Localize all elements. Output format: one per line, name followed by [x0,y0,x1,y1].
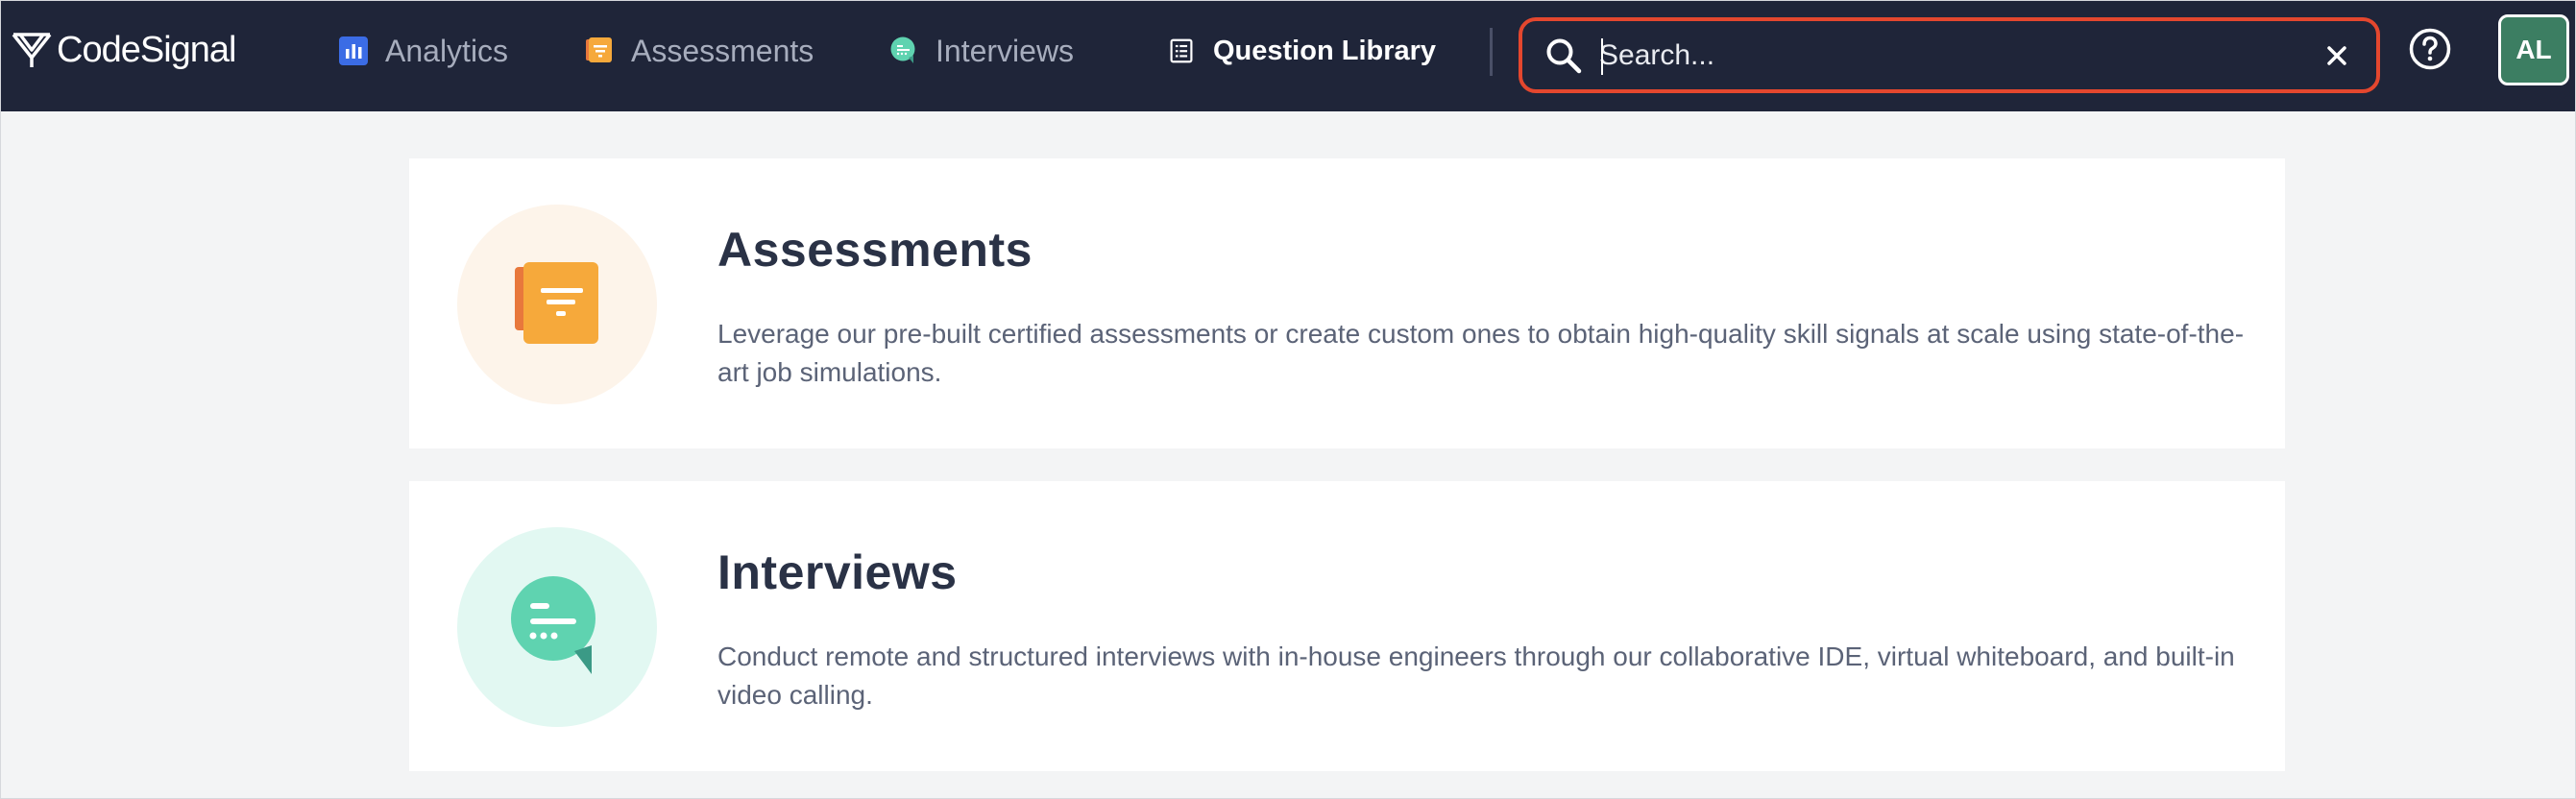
assessments-card-icon-circle [457,205,657,404]
user-avatar[interactable]: AL [2498,14,2569,85]
assessment-scroll-icon [585,36,614,65]
close-icon[interactable] [2319,37,2355,74]
interviews-card-description: Conduct remote and structured interviews… [717,642,2235,710]
search-icon [1546,38,1582,74]
nav-analytics-label: Analytics [385,33,509,68]
assessment-scroll-icon [515,262,598,344]
chat-bubble-icon [889,36,918,65]
search-box[interactable] [1519,17,2380,93]
nav-assessments[interactable]: Assessments [585,28,814,74]
nav-question-library-label: Question Library [1213,35,1437,66]
codesignal-logo[interactable]: CodeSignal [11,26,236,74]
top-navigation-bar: CodeSignal Analytics Assessments Intervi… [1,1,2575,111]
nav-assessments-label: Assessments [631,33,814,68]
list-document-icon [1167,36,1196,65]
nav-interviews-label: Interviews [936,33,1075,68]
search-input[interactable] [1599,33,2272,79]
interviews-card-icon-circle [457,527,657,727]
codesignal-logo-icon [12,33,52,67]
logo-text: CodeSignal [57,29,236,70]
nav-divider [1490,28,1493,76]
text-cursor [1601,38,1603,75]
app-window: CodeSignal Analytics Assessments Intervi… [0,0,2576,799]
nav-analytics[interactable]: Analytics [339,28,508,74]
help-icon[interactable] [2408,27,2452,71]
interviews-card-title: Interviews [717,545,958,599]
nav-interviews[interactable]: Interviews [889,28,1074,74]
interviews-card[interactable]: Interviews Conduct remote and structured… [409,481,2285,771]
chat-bubble-icon [511,576,595,674]
nav-question-library[interactable]: Question Library [1167,28,1436,74]
bar-chart-icon [339,36,368,65]
assessments-card-title: Assessments [717,223,1033,277]
assessments-card-description: Leverage our pre-built certified assessm… [717,319,2245,387]
assessments-card[interactable]: Assessments Leverage our pre-built certi… [409,158,2285,448]
